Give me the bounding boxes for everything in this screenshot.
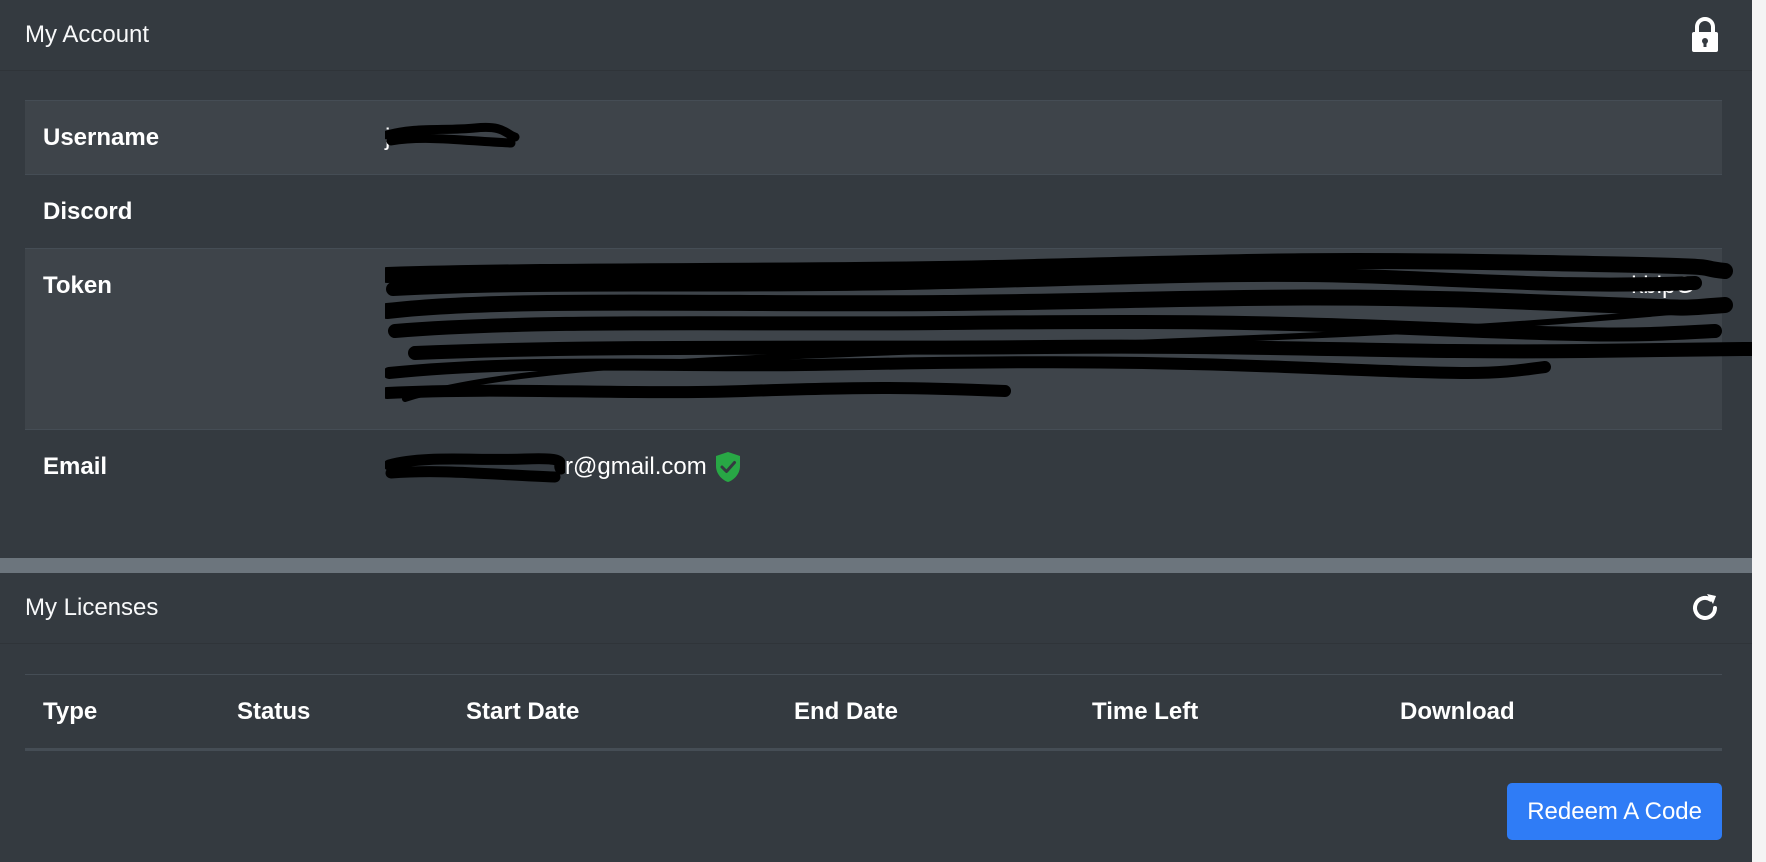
username-value-redacted: j <box>385 101 520 174</box>
licenses-card-header: My Licenses <box>0 573 1752 644</box>
account-details-table: Username j Discord Token kbipG Email r@g… <box>25 100 1762 516</box>
redeem-code-button[interactable]: Redeem A Code <box>1507 783 1722 840</box>
email-redaction-scribble <box>385 452 565 482</box>
email-value-wrap: r@gmail.com <box>385 430 743 503</box>
licenses-header-row: Type Status Start Date End Date Time Lef… <box>25 674 1722 751</box>
main-content: My Account Username j Discord Token kbip… <box>0 0 1762 862</box>
column-header-status[interactable]: Status <box>219 674 448 751</box>
licenses-card: My Licenses Type Status Start Date End D… <box>0 573 1752 862</box>
card-separator <box>0 558 1752 573</box>
licenses-card-title: My Licenses <box>25 594 159 621</box>
page-frame: My Account Username j Discord Token kbip… <box>0 0 1766 862</box>
token-label: Token <box>43 272 112 299</box>
refresh-icon[interactable] <box>1688 591 1722 627</box>
email-value-cell: r@gmail.com <box>385 430 1722 516</box>
window-right-edge <box>1752 0 1766 862</box>
email-row: Email r@gmail.com <box>25 429 1722 516</box>
account-card: My Account Username j Discord Token kbip… <box>0 0 1762 558</box>
token-partial-text <box>385 269 1705 303</box>
username-value: j <box>385 124 391 151</box>
token-row: Token kbipG <box>25 248 1762 430</box>
account-card-header: My Account <box>0 0 1752 71</box>
token-text-container: kbipG <box>385 249 1722 429</box>
column-header-download[interactable]: Download <box>1382 674 1722 751</box>
licenses-table: Type Status Start Date End Date Time Lef… <box>25 674 1722 751</box>
shield-check-icon <box>715 451 740 482</box>
discord-row: Discord <box>25 174 1722 249</box>
username-label: Username <box>43 124 160 151</box>
account-card-title: My Account <box>25 21 150 48</box>
discord-label: Discord <box>43 198 133 225</box>
lock-icon[interactable] <box>1688 17 1722 53</box>
email-value: r@gmail.com <box>565 453 707 480</box>
column-header-time-left[interactable]: Time Left <box>1074 674 1382 751</box>
email-redacted-prefix <box>385 447 565 487</box>
column-header-type[interactable]: Type <box>25 674 219 751</box>
token-value-cell: kbipG <box>385 249 1762 430</box>
redaction-scribble <box>385 122 520 148</box>
column-header-start-date[interactable]: Start Date <box>448 674 776 751</box>
username-value-cell: j <box>385 101 1722 175</box>
token-value-redacted: kbipG <box>385 249 1762 429</box>
username-row: Username j <box>25 100 1722 175</box>
column-header-end-date[interactable]: End Date <box>776 674 1074 751</box>
discord-value <box>385 175 1722 249</box>
email-label: Email <box>43 453 108 480</box>
